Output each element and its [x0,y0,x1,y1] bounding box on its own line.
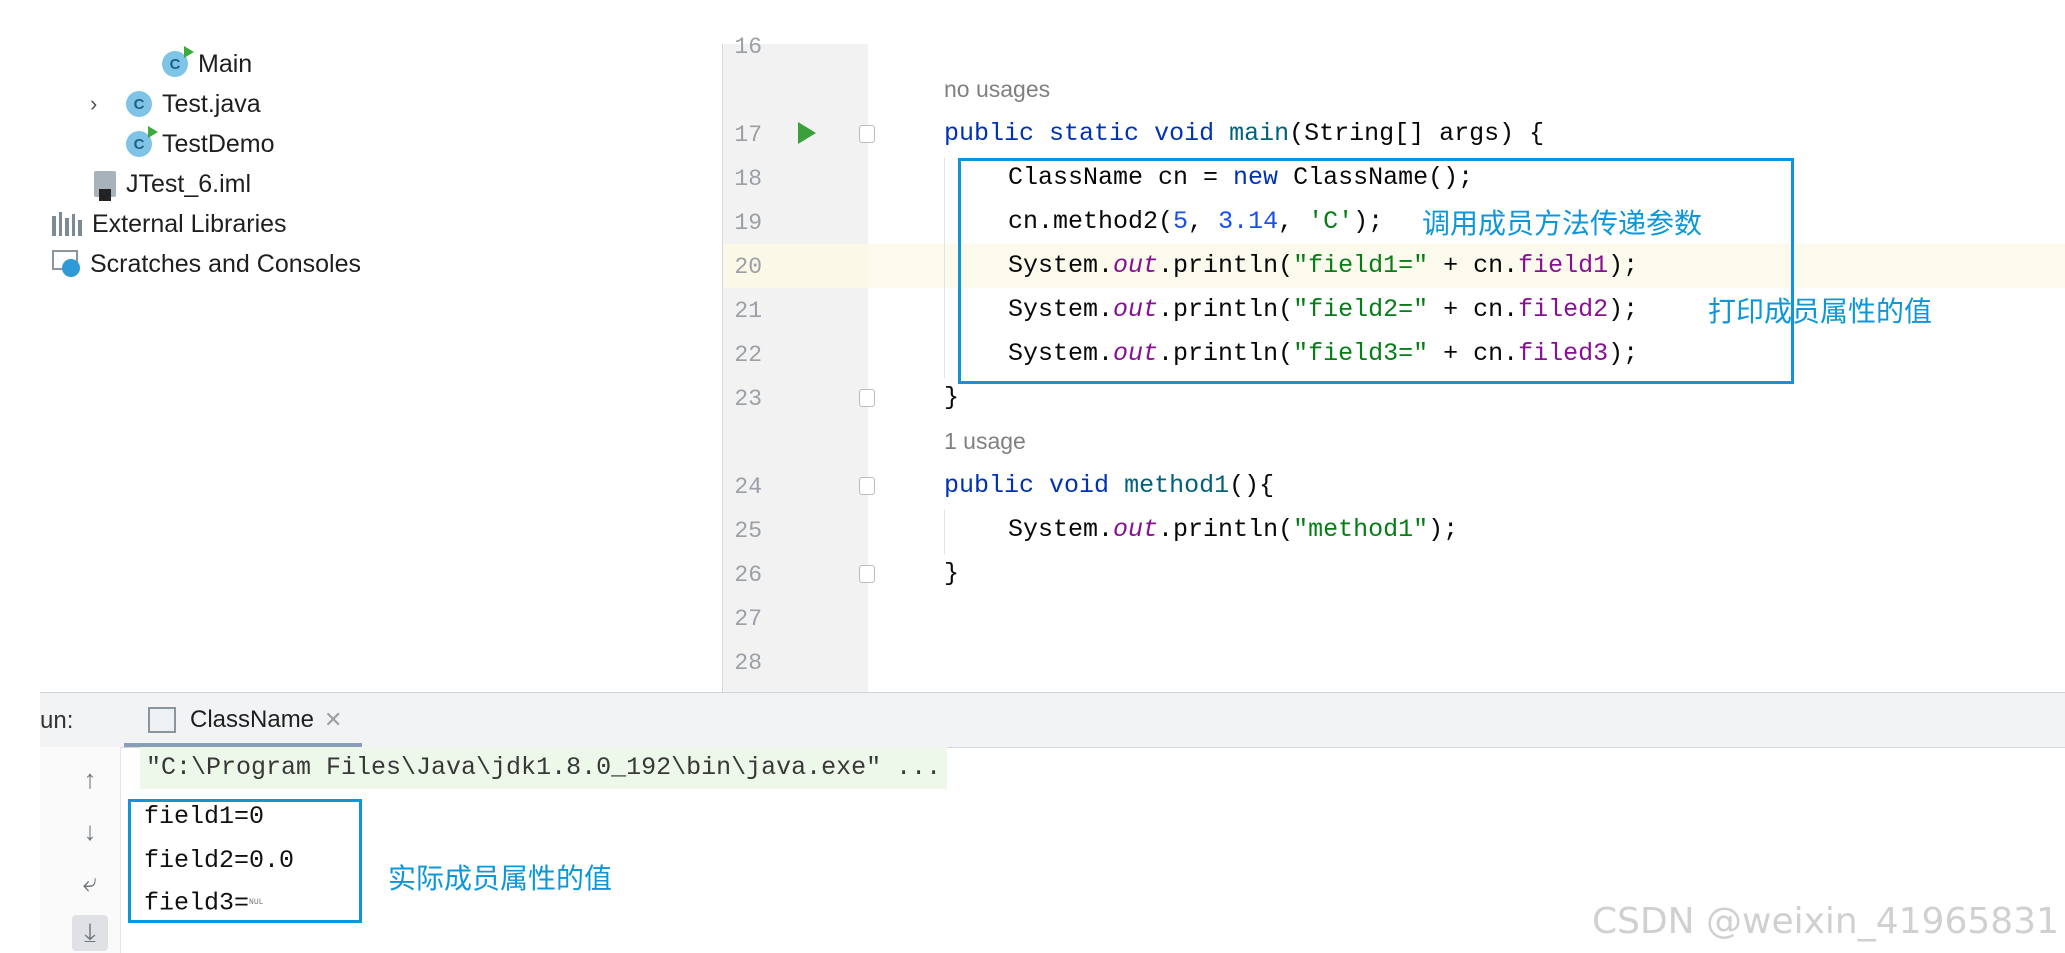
tree-item-label: JTest_6.iml [126,169,252,198]
code-line-26: } [944,559,960,588]
tree-item-main[interactable]: C Main [162,44,252,84]
run-label: un: [40,707,74,734]
tree-item-label: Test.java [162,89,261,118]
tree-item-iml[interactable]: JTest_6.iml [94,164,251,204]
tree-item-external-libraries[interactable]: External Libraries [52,204,287,244]
java-class-icon: C [126,91,152,117]
run-tab-classname[interactable]: ClassName ✕ [108,697,342,743]
tree-item-label: External Libraries [92,209,287,238]
java-class-run-icon: C [162,46,194,77]
annotation-call-method: 调用成员方法传递参数 [1422,207,1703,240]
arrow-down-icon[interactable]: ↓ [72,813,108,849]
console-command-line: "C:\Program Files\Java\jdk1.8.0_192\bin\… [140,747,948,789]
line-number: 16 [734,34,762,60]
scratches-icon [52,250,82,278]
chevron-right-icon[interactable]: › [90,93,108,115]
code-line-17: public static void main(String[] args) { [944,119,1545,148]
indent-guide [944,158,945,378]
java-class-run-icon: C [126,126,158,157]
usage-hint[interactable]: no usages [944,76,1050,103]
annotation-box-code [958,158,1794,384]
line-number: 23 [734,386,762,412]
fold-marker-icon[interactable] [859,477,875,495]
line-number: 28 [734,650,762,676]
code-line-23: } [944,383,960,412]
indent-guide [944,510,945,554]
project-tree: C Main › C Test.java C TestDemo JTest_6.… [0,0,722,692]
fold-marker-icon[interactable] [859,389,875,407]
line-number: 24 [734,474,762,500]
line-number: 26 [734,562,762,588]
line-number: 22 [734,342,762,368]
tree-item-test-java[interactable]: › C Test.java [90,84,261,124]
tree-item-label: Scratches and Consoles [90,249,361,278]
tree-item-label: TestDemo [162,129,275,158]
line-number: 21 [734,298,762,324]
console-icon [148,707,176,733]
annotation-actual-values: 实际成员属性的值 [388,862,613,895]
line-number: 19 [734,210,762,236]
arrow-up-icon[interactable]: ↑ [72,761,108,797]
code-line-24: public void method1(){ [944,471,1275,500]
line-number: 18 [734,166,762,192]
annotation-box-output [128,799,362,923]
close-icon[interactable]: ✕ [324,707,342,733]
run-main-icon[interactable] [798,122,816,144]
code-line-25: System.out.println("method1"); [1008,515,1459,544]
run-panel-header: un: ClassName ✕ [40,693,2065,748]
line-number: 25 [734,518,762,544]
fold-marker-icon[interactable] [859,565,875,583]
line-number: 17 [734,122,762,148]
tree-item-testdemo[interactable]: C TestDemo [126,124,275,164]
line-number: 20 [734,254,762,280]
fold-marker-icon[interactable] [859,125,875,143]
watermark: CSDN @weixin_41965831 [1591,901,2059,942]
soft-wrap-icon[interactable]: ⤶ [72,865,108,901]
run-toolbar: ↑ ↓ ⤶ ⤓ [40,747,121,953]
annotation-print-fields: 打印成员属性的值 [1708,295,1933,328]
scroll-to-end-icon[interactable]: ⤓ [72,915,108,951]
tree-item-scratches[interactable]: Scratches and Consoles [52,244,361,284]
line-number: 27 [734,606,762,632]
iml-file-icon [94,171,116,201]
run-tab-label: ClassName [190,706,315,733]
tree-item-label: Main [198,49,253,78]
libraries-icon [52,212,82,236]
usage-hint[interactable]: 1 usage [944,428,1026,455]
